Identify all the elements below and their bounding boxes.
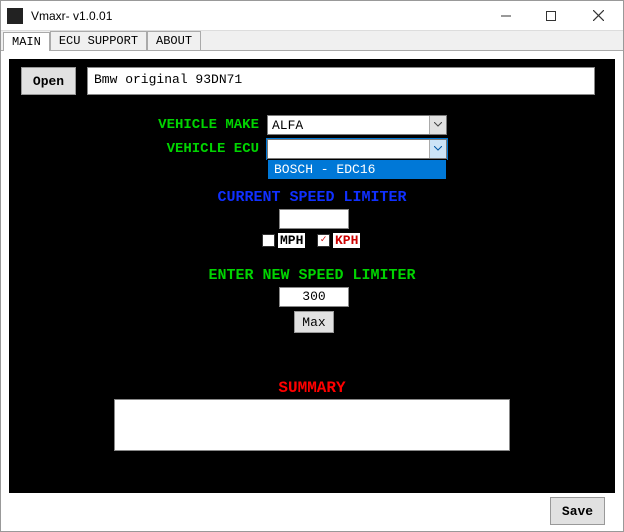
- tab-about[interactable]: ABOUT: [147, 31, 201, 50]
- current-limiter-input[interactable]: [279, 209, 349, 229]
- main-panel: Open Bmw original 93DN71 VEHICLE MAKE AL…: [9, 59, 615, 493]
- window-controls: [483, 1, 623, 31]
- checkbox-icon: [317, 234, 330, 247]
- vehicle-ecu-dropdown-item[interactable]: BOSCH - EDC16: [267, 159, 447, 180]
- title-bar: Vmaxr- v1.0.01: [1, 1, 623, 31]
- window-title: Vmaxr- v1.0.01: [31, 9, 483, 23]
- vehicle-ecu-label: VEHICLE ECU: [99, 141, 259, 157]
- tab-content: Open Bmw original 93DN71 VEHICLE MAKE AL…: [1, 51, 623, 531]
- chevron-down-icon: [429, 140, 446, 158]
- mph-checkbox[interactable]: MPH: [262, 233, 305, 248]
- minimize-button[interactable]: [483, 1, 528, 31]
- mph-label: MPH: [278, 233, 305, 248]
- tab-ecu-support[interactable]: ECU SUPPORT: [50, 31, 147, 50]
- open-button[interactable]: Open: [21, 67, 76, 95]
- summary-textarea[interactable]: [114, 399, 510, 451]
- tab-bar: MAIN ECU SUPPORT ABOUT: [1, 31, 623, 51]
- maximize-button[interactable]: [528, 1, 573, 31]
- current-limiter-label: CURRENT SPEED LIMITER: [9, 189, 615, 206]
- save-button[interactable]: Save: [550, 497, 605, 525]
- vehicle-make-combo[interactable]: ALFA: [267, 115, 447, 135]
- kph-label: KPH: [333, 233, 360, 248]
- summary-label: SUMMARY: [9, 379, 615, 397]
- max-button[interactable]: Max: [294, 311, 334, 333]
- file-path-input[interactable]: Bmw original 93DN71: [87, 67, 595, 95]
- app-icon: [7, 8, 23, 24]
- vehicle-ecu-combo[interactable]: [267, 139, 447, 159]
- tab-main[interactable]: MAIN: [3, 32, 50, 51]
- vehicle-make-value: ALFA: [268, 118, 429, 133]
- enter-new-limiter-label: ENTER NEW SPEED LIMITER: [9, 267, 615, 284]
- kph-checkbox[interactable]: KPH: [317, 233, 360, 248]
- new-limiter-input[interactable]: 300: [279, 287, 349, 307]
- close-button[interactable]: [573, 1, 623, 31]
- checkbox-icon: [262, 234, 275, 247]
- chevron-down-icon: [429, 116, 446, 134]
- vehicle-make-label: VEHICLE MAKE: [99, 117, 259, 133]
